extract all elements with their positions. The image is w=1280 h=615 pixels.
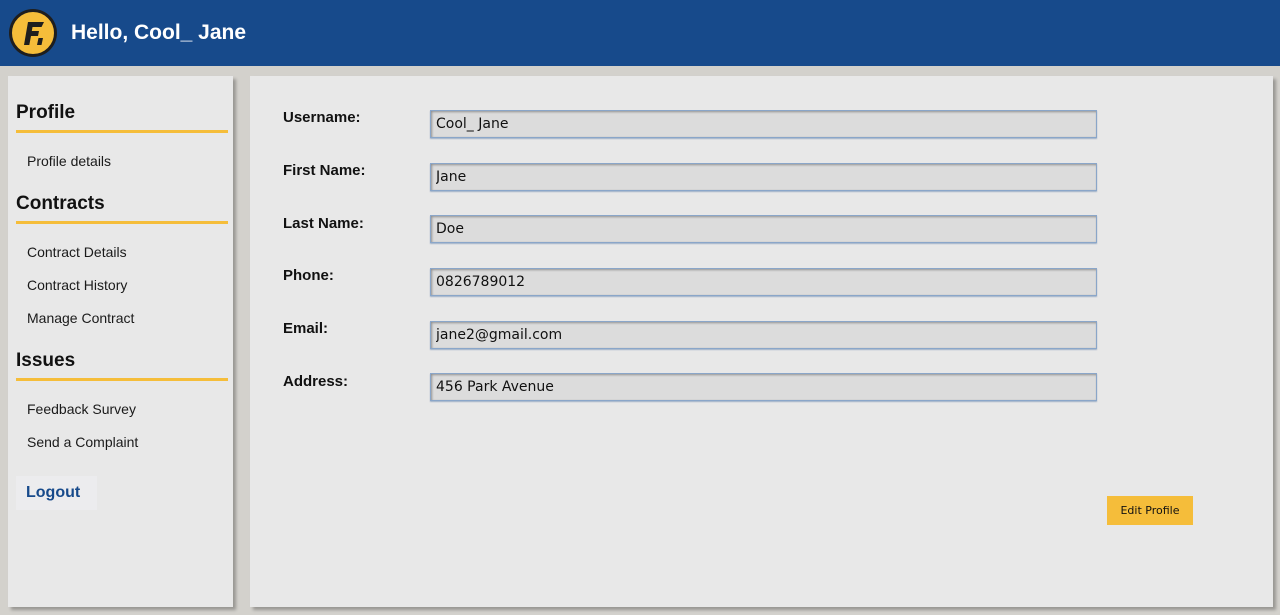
company-logo-icon[interactable] — [8, 8, 58, 58]
sidebar-item-feedback-survey[interactable]: Feedback Survey — [27, 401, 136, 418]
section-divider — [16, 130, 228, 133]
sidebar-item-profile-details[interactable]: Profile details — [27, 153, 111, 170]
section-divider — [16, 221, 228, 224]
sidebar-item-contract-history[interactable]: Contract History — [27, 277, 127, 294]
username-field[interactable] — [430, 110, 1097, 138]
sidebar: Profile Profile details Contracts Contra… — [8, 76, 233, 607]
profile-panel: Username: First Name: Last Name: Phone: … — [250, 76, 1273, 607]
section-divider — [16, 378, 228, 381]
email-label: Email: — [283, 320, 329, 337]
address-field[interactable] — [430, 373, 1097, 401]
sidebar-item-send-complaint[interactable]: Send a Complaint — [27, 434, 138, 451]
first-name-field[interactable] — [430, 163, 1097, 191]
phone-field[interactable] — [430, 268, 1097, 296]
address-label: Address: — [283, 373, 349, 390]
greeting-title: Hello, Cool_ Jane — [71, 21, 247, 44]
phone-label: Phone: — [283, 267, 334, 284]
last-name-label: Last Name: — [283, 215, 364, 232]
last-name-field[interactable] — [430, 215, 1097, 243]
section-title-profile: Profile — [16, 102, 76, 123]
sidebar-item-contract-details[interactable]: Contract Details — [27, 244, 127, 261]
username-label: Username: — [283, 109, 361, 126]
first-name-label: First Name: — [283, 162, 366, 179]
section-title-contracts: Contracts — [16, 193, 105, 214]
logout-button[interactable]: Logout — [16, 476, 97, 510]
sidebar-item-manage-contract[interactable]: Manage Contract — [27, 310, 134, 327]
top-bar: Hello, Cool_ Jane — [0, 0, 1280, 66]
edit-profile-button[interactable]: Edit Profile — [1107, 496, 1193, 525]
section-title-issues: Issues — [16, 350, 76, 371]
email-field[interactable] — [430, 321, 1097, 349]
